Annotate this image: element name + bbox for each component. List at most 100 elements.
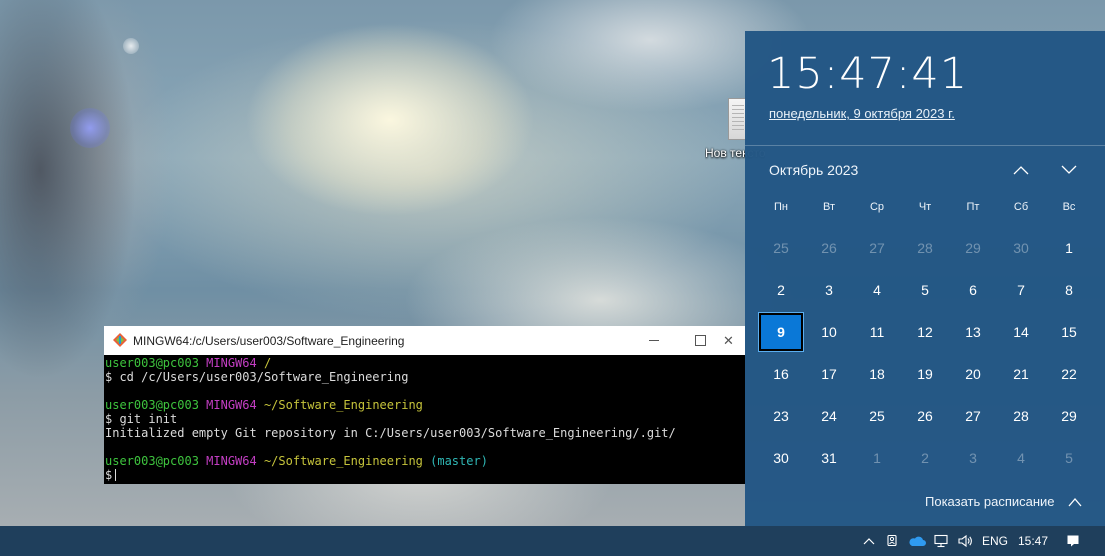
- calendar-day[interactable]: 28: [903, 229, 947, 267]
- terminal-text-segment: $ cd /c/Users/user003/Software_Engineeri…: [105, 370, 409, 384]
- minimize-button[interactable]: [631, 326, 677, 355]
- clock-calendar-flyout: 15:47:41 понедельник, 9 октября 2023 г. …: [745, 31, 1105, 526]
- calendar-day[interactable]: 15: [1047, 313, 1091, 351]
- previous-month-button[interactable]: [1006, 155, 1036, 185]
- calendar-day[interactable]: 3: [951, 439, 995, 477]
- calendar-day[interactable]: 12: [903, 313, 947, 351]
- calendar-day[interactable]: 29: [951, 229, 995, 267]
- calendar-day[interactable]: 25: [855, 397, 899, 435]
- flyout-divider: [745, 145, 1105, 146]
- close-button[interactable]: ✕: [723, 326, 745, 355]
- taskbar: ENG 15:47: [0, 526, 1105, 556]
- calendar-day[interactable]: 22: [1047, 355, 1091, 393]
- calendar-day[interactable]: 27: [951, 397, 995, 435]
- calendar-day[interactable]: 2: [759, 271, 803, 309]
- calendar-weekday: Вс: [1062, 201, 1076, 213]
- terminal-text-segment: Initialized empty Git repository in C:/U…: [105, 426, 676, 440]
- action-center-button[interactable]: [1062, 526, 1084, 556]
- calendar-day[interactable]: 26: [807, 229, 851, 267]
- input-language-button[interactable]: ENG: [980, 526, 1010, 556]
- notification-icon: [1067, 535, 1079, 547]
- calendar-weekday-header: Пн Вт Ср Чт Пт Сб Вс: [757, 201, 1093, 213]
- wallpaper-light-orb: [70, 108, 110, 148]
- terminal-line: $: [105, 468, 744, 482]
- calendar-day[interactable]: 18: [855, 355, 899, 393]
- terminal-cursor: [115, 469, 117, 481]
- maximize-icon: [694, 335, 706, 346]
- calendar-day[interactable]: 30: [999, 229, 1043, 267]
- chevron-up-icon: [863, 538, 875, 545]
- input-language-label: ENG: [981, 534, 1008, 548]
- calendar-day[interactable]: 14: [999, 313, 1043, 351]
- calendar-day[interactable]: 10: [807, 313, 851, 351]
- meet-now-icon: [887, 534, 897, 547]
- calendar-day[interactable]: 11: [855, 313, 899, 351]
- terminal-text-segment: MINGW64: [206, 454, 264, 468]
- terminal-line: $ cd /c/Users/user003/Software_Engineeri…: [105, 370, 744, 384]
- calendar-weekday: Вт: [822, 201, 835, 213]
- calendar-day[interactable]: 4: [999, 439, 1043, 477]
- calendar-day[interactable]: 21: [999, 355, 1043, 393]
- calendar-day[interactable]: 20: [951, 355, 995, 393]
- show-hidden-icons-button[interactable]: [860, 526, 878, 556]
- calendar-day[interactable]: 16: [759, 355, 803, 393]
- calendar-weekday: Ср: [869, 201, 885, 213]
- volume-icon: [958, 534, 972, 548]
- next-month-button[interactable]: [1054, 155, 1084, 185]
- calendar-day[interactable]: 2: [903, 439, 947, 477]
- terminal-line: user003@pc003 MINGW64 ~/Software_Enginee…: [105, 454, 744, 468]
- close-icon: ✕: [723, 332, 734, 348]
- clock-date-link[interactable]: понедельник, 9 октября 2023 г.: [769, 106, 955, 121]
- terminal-line: Initialized empty Git repository in C:/U…: [105, 426, 744, 440]
- terminal-line: user003@pc003 MINGW64 ~/Software_Enginee…: [105, 398, 744, 412]
- calendar-day[interactable]: 25: [759, 229, 803, 267]
- calendar-day[interactable]: 26: [903, 397, 947, 435]
- volume-button[interactable]: [955, 526, 975, 556]
- calendar-day[interactable]: 5: [1047, 439, 1091, 477]
- calendar-day-today[interactable]: 9: [758, 312, 804, 352]
- network-button[interactable]: [931, 526, 951, 556]
- calendar-day[interactable]: 5: [903, 271, 947, 309]
- taskbar-clock-button[interactable]: 15:47: [1013, 526, 1053, 556]
- clock-time: 15:47:41: [767, 49, 969, 99]
- calendar-day[interactable]: 3: [807, 271, 851, 309]
- calendar-day[interactable]: 27: [855, 229, 899, 267]
- chevron-up-icon[interactable]: [1068, 496, 1082, 508]
- calendar-day[interactable]: 23: [759, 397, 803, 435]
- calendar-day[interactable]: 4: [855, 271, 899, 309]
- calendar-day[interactable]: 31: [807, 439, 851, 477]
- meet-now-button[interactable]: [883, 526, 903, 556]
- calendar-day[interactable]: 29: [1047, 397, 1091, 435]
- terminal-text-segment: /: [263, 356, 272, 370]
- terminal-text-segment: ~/Software_Engineering: [263, 398, 423, 412]
- chevron-down-icon: [1061, 165, 1077, 174]
- calendar-day[interactable]: 8: [1047, 271, 1091, 309]
- calendar-weekday: Сб: [1013, 201, 1029, 213]
- taskbar-clock-time: 15:47: [1017, 534, 1049, 548]
- calendar-day[interactable]: 19: [903, 355, 947, 393]
- onedrive-button[interactable]: [905, 526, 929, 556]
- calendar-weekday: Пт: [966, 201, 980, 213]
- maximize-button[interactable]: [677, 326, 723, 355]
- calendar-day[interactable]: 24: [807, 397, 851, 435]
- chevron-up-icon: [1013, 166, 1029, 175]
- calendar-day[interactable]: 28: [999, 397, 1043, 435]
- calendar-month-label[interactable]: Октябрь 2023: [769, 162, 858, 178]
- calendar-day[interactable]: 30: [759, 439, 803, 477]
- calendar-day[interactable]: 1: [855, 439, 899, 477]
- wallpaper-light-spot: [123, 38, 139, 54]
- terminal-text-segment: MINGW64: [206, 398, 264, 412]
- calendar-day[interactable]: 7: [999, 271, 1043, 309]
- terminal-titlebar[interactable]: MINGW64:/c/Users/user003/Software_Engine…: [104, 326, 745, 355]
- terminal-text-segment: user003@pc003: [105, 356, 207, 370]
- calendar-weekday: Чт: [918, 201, 932, 213]
- calendar-day[interactable]: 17: [807, 355, 851, 393]
- show-schedule-button[interactable]: Показать расписание: [925, 494, 1055, 509]
- network-icon: [934, 534, 948, 548]
- calendar-day[interactable]: 1: [1047, 229, 1091, 267]
- calendar-day[interactable]: 13: [951, 313, 995, 351]
- calendar-day[interactable]: 6: [951, 271, 995, 309]
- git-bash-terminal-window[interactable]: MINGW64:/c/Users/user003/Software_Engine…: [104, 326, 745, 484]
- terminal-output[interactable]: user003@pc003 MINGW64 /$ cd /c/Users/use…: [104, 355, 745, 484]
